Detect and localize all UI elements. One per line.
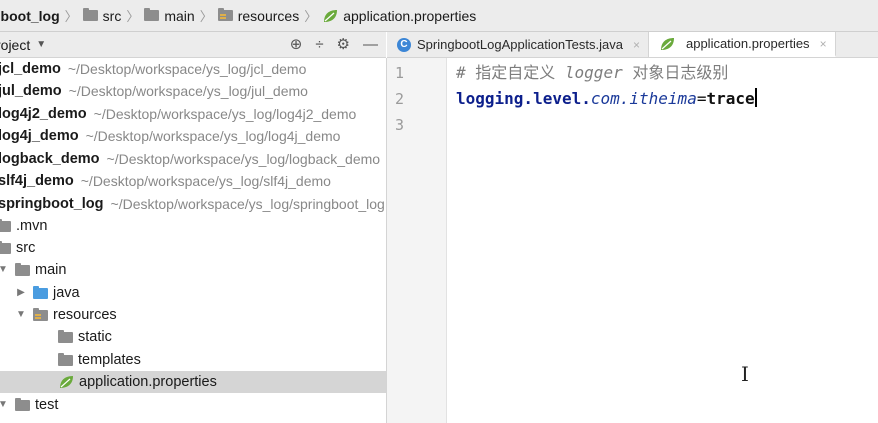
tree-item-application-properties[interactable]: application.properties <box>0 371 386 393</box>
ibeam-cursor-icon: I <box>741 362 749 386</box>
editor-tab-bar: C SpringbootLogApplicationTests.java × a… <box>387 32 878 58</box>
class-icon: C <box>397 37 411 52</box>
folder-icon <box>144 8 160 21</box>
collapse-icon[interactable]: ÷ <box>315 32 323 58</box>
breadcrumb-main[interactable]: main <box>144 0 195 31</box>
project-view-selector[interactable]: roject <box>0 37 30 53</box>
breadcrumb-project[interactable]: gboot_log <box>0 0 60 31</box>
folder-icon <box>15 262 30 276</box>
breadcrumb-separator-icon: 〉 <box>199 9 213 24</box>
tree-module-slf4j-demo[interactable]: slf4j_demo ~/Desktop/workspace/ys_log/slf… <box>0 170 384 192</box>
breadcrumb-file[interactable]: application.properties <box>322 0 476 31</box>
tree-item-resources[interactable]: ▼ resources <box>14 304 386 326</box>
line-number: 1 <box>395 64 405 82</box>
close-icon[interactable]: × <box>820 37 827 51</box>
chevron-right-icon[interactable]: ▶ <box>14 282 28 304</box>
tree-module-log4j-demo[interactable]: log4j_demo ~/Desktop/workspace/ys_log/log… <box>0 125 384 147</box>
tree-module-logback-demo[interactable]: logback_demo ~/Desktop/workspace/ys_log/l… <box>0 148 384 170</box>
breadcrumb-resources[interactable]: resources <box>217 0 299 31</box>
breadcrumb: gboot_log 〉 src 〉 main 〉 resources 〉 app… <box>0 0 878 32</box>
tree-module-springboot-log[interactable]: springboot_log ~/Desktop/workspace/ys_log… <box>0 193 385 215</box>
gear-icon[interactable]: ⚙ <box>337 32 350 58</box>
chevron-down-icon[interactable]: ▼ <box>0 394 10 416</box>
code-line-property[interactable]: logging.level.com.itheima=trace <box>456 86 757 112</box>
tab-application-properties[interactable]: application.properties × <box>648 32 836 57</box>
resources-folder-icon <box>33 307 48 321</box>
tree-item-java[interactable]: ▶ java <box>14 282 386 304</box>
folder-icon <box>15 397 30 411</box>
line-number: 2 <box>395 90 405 108</box>
crosshair-icon[interactable]: ⊕ <box>290 32 303 58</box>
tree-module-log4j2-demo[interactable]: log4j2_demo ~/Desktop/workspace/ys_log/lo… <box>0 103 384 125</box>
folder-icon <box>82 8 98 21</box>
source-folder-icon <box>33 285 48 299</box>
tree-module-jcl-demo[interactable]: jcl_demo ~/Desktop/workspace/ys_log/jcl_d… <box>0 58 384 80</box>
project-toolbar: ⊕ ÷ ⚙ — <box>290 32 378 58</box>
close-icon[interactable]: × <box>633 38 640 52</box>
chevron-down-icon[interactable]: ▼ <box>14 304 28 326</box>
breadcrumb-separator-icon: 〉 <box>64 9 78 24</box>
project-panel-header: roject ▼ ⊕ ÷ ⚙ — <box>0 32 386 58</box>
spring-leaf-icon <box>659 37 675 51</box>
code-line-comment[interactable]: # 指定自定义 logger 对象日志级别 <box>456 60 728 86</box>
spring-leaf-icon <box>322 9 338 23</box>
folder-icon <box>58 329 73 343</box>
line-number: 3 <box>395 116 405 134</box>
tree-item-src[interactable]: src <box>0 237 382 259</box>
minimize-icon[interactable]: — <box>363 32 378 58</box>
breadcrumb-separator-icon: 〉 <box>126 9 140 24</box>
spring-leaf-icon <box>58 375 74 389</box>
project-tree: jcl_demo ~/Desktop/workspace/ys_log/jcl_d… <box>0 58 387 423</box>
tab-springboot-log-application-tests[interactable]: C SpringbootLogApplicationTests.java × <box>387 32 649 57</box>
tree-item-mvn[interactable]: .mvn <box>0 215 382 237</box>
folder-icon <box>0 240 11 254</box>
tree-item-test[interactable]: ▼test <box>0 394 382 416</box>
tree-item-main[interactable]: ▼main <box>0 259 382 281</box>
breadcrumb-separator-icon: 〉 <box>304 9 318 24</box>
chevron-down-icon[interactable]: ▼ <box>0 259 10 281</box>
code-editor[interactable]: # 指定自定义 logger 对象日志级别 logging.level.com.… <box>448 58 878 423</box>
text-cursor <box>754 88 757 107</box>
folder-icon <box>0 218 11 232</box>
chevron-down-icon[interactable]: ▼ <box>36 39 46 50</box>
folder-icon <box>58 352 73 366</box>
breadcrumb-src[interactable]: src <box>82 0 121 31</box>
resources-folder-icon <box>217 8 233 21</box>
tree-item-templates[interactable]: templates <box>58 349 386 371</box>
editor-gutter: 1 2 3 <box>387 58 447 423</box>
tree-item-static[interactable]: static <box>58 326 386 348</box>
tree-module-jul-demo[interactable]: jul_demo ~/Desktop/workspace/ys_log/jul_d… <box>0 80 384 102</box>
